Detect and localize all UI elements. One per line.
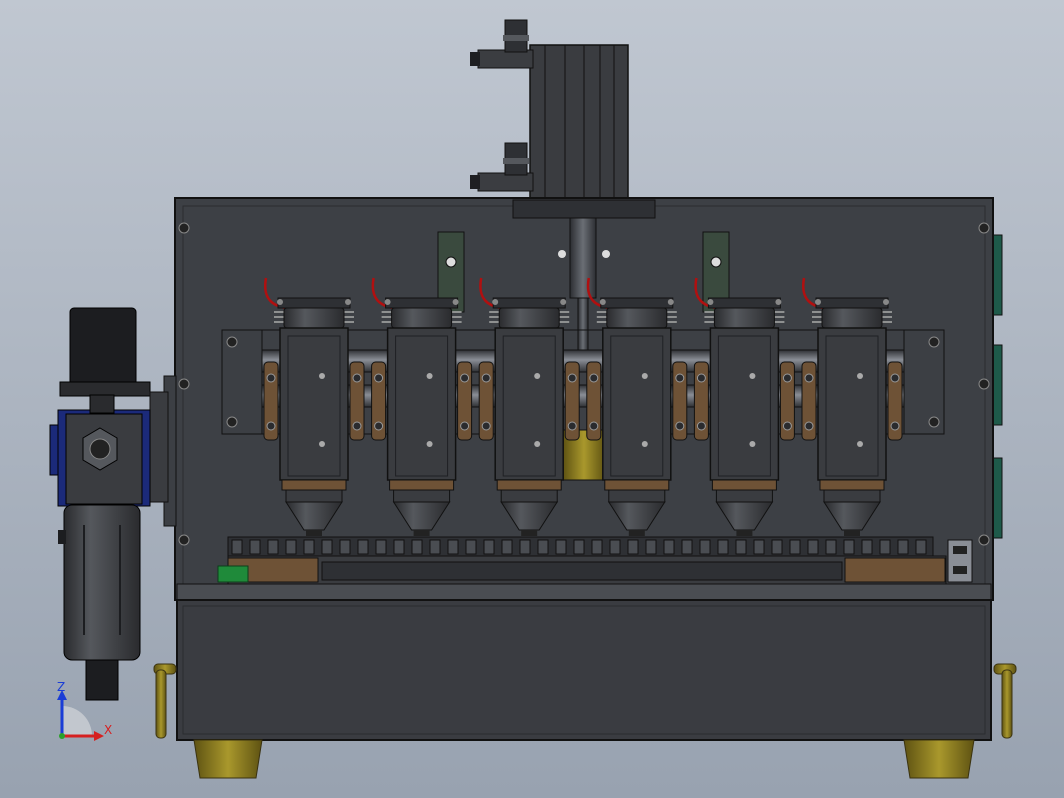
rack-tooth [591,539,603,555]
green-connector [217,565,249,583]
rack-tooth [645,539,657,555]
valve-cap [821,307,883,329]
rack-tooth [609,539,621,555]
rack-tooth [501,539,513,555]
rack-tooth [483,539,495,555]
rack-tooth [267,539,279,555]
valve-body [817,327,887,481]
rack-tooth [357,539,369,555]
rack-tooth [699,539,711,555]
rack-tooth [861,539,873,555]
rack-tooth [681,539,693,555]
base-strip [217,536,973,585]
rack-tooth [627,539,639,555]
rack-tooth [411,539,423,555]
valve-cap [391,307,453,329]
rack-tooth [735,539,747,555]
rack-tooth [879,539,891,555]
rack-tooth [519,539,531,555]
rack-tooth [285,539,297,555]
rack-tooth [249,539,261,555]
cad-viewport: Z X [0,0,1064,798]
rack-tooth [321,539,333,555]
rack-tooth [555,539,567,555]
rack-tooth [807,539,819,555]
rack-tooth [843,539,855,555]
rack-tooth [303,539,315,555]
rack-tooth [825,539,837,555]
left-foot [193,739,263,779]
rack-tooth [771,539,783,555]
valve-cap [606,307,668,329]
valve-body [602,327,672,481]
rack-tooth [375,539,387,555]
z-axis-label: Z [57,680,65,694]
rack-tooth [753,539,765,555]
rack-tooth [465,539,477,555]
valve-cap [498,307,560,329]
valve-cap [283,307,345,329]
right-foot [903,739,975,779]
x-axis-label: X [104,723,112,737]
rack-tooth [717,539,729,555]
valve-body [709,327,780,481]
valve-cap [713,307,775,329]
rack-tooth [339,539,351,555]
rack-tooth [573,539,585,555]
rack-tooth [663,539,675,555]
rack-tooth [231,539,243,555]
rack-tooth [393,539,405,555]
valve-body [494,327,564,481]
rack-tooth [915,539,927,555]
rack-tooth [429,539,441,555]
rack-tooth [537,539,549,555]
rack-tooth [789,539,801,555]
valve-body [386,327,457,481]
valve-body [279,327,349,481]
rack-tooth [447,539,459,555]
rack-tooth [897,539,909,555]
